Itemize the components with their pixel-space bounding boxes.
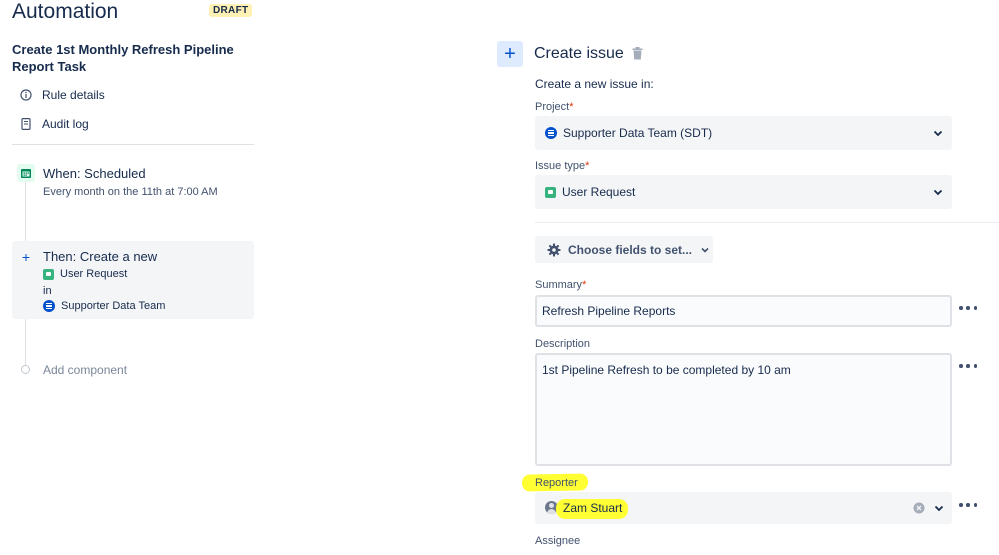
action-in-label: in bbox=[43, 285, 52, 297]
more-options-icon[interactable] bbox=[959, 360, 977, 372]
rule-details-link[interactable]: Rule details bbox=[20, 88, 105, 102]
summary-input[interactable] bbox=[535, 295, 952, 327]
action-project: Supporter Data Team bbox=[43, 300, 165, 312]
choose-fields-label: Choose fields to set... bbox=[568, 242, 693, 257]
chevron-down-icon bbox=[933, 189, 943, 196]
description-textarea[interactable]: 1st Pipeline Refresh to be completed by … bbox=[535, 353, 952, 466]
action-project-label: Supporter Data Team bbox=[61, 300, 166, 312]
document-icon bbox=[20, 118, 32, 130]
gear-icon bbox=[547, 243, 561, 256]
required-mark: * bbox=[582, 279, 587, 291]
action-title: Then: Create a new bbox=[43, 249, 158, 264]
project-value: Supporter Data Team (SDT) bbox=[563, 126, 713, 140]
required-mark: * bbox=[569, 101, 574, 113]
add-component-dot bbox=[21, 365, 30, 374]
project-icon bbox=[43, 300, 55, 312]
add-component-link[interactable]: Add component bbox=[43, 363, 127, 377]
draft-badge: DRAFT bbox=[209, 4, 253, 17]
summary-label: Summary* bbox=[535, 279, 586, 291]
project-select[interactable]: Supporter Data Team (SDT) bbox=[535, 116, 952, 150]
project-icon bbox=[545, 127, 557, 139]
required-mark: * bbox=[585, 160, 590, 172]
assignee-label: Assignee bbox=[535, 535, 581, 547]
calendar-icon[interactable] bbox=[17, 164, 35, 182]
plus-icon: + bbox=[21, 249, 31, 265]
editor-title: Create issue bbox=[534, 45, 624, 62]
action-issue-type-label: User Request bbox=[60, 268, 128, 280]
editor-intro: Create a new issue in: bbox=[535, 77, 654, 91]
more-options-icon[interactable] bbox=[959, 499, 977, 511]
page-title: Automation bbox=[12, 0, 119, 23]
issue-type-label: Issue type* bbox=[535, 160, 589, 172]
user-request-icon bbox=[43, 268, 54, 280]
audit-log-link[interactable]: Audit log bbox=[20, 117, 89, 131]
issue-type-value: User Request bbox=[562, 185, 636, 199]
issue-type-label-text: Issue type bbox=[535, 160, 586, 172]
choose-fields-button[interactable]: Choose fields to set... bbox=[535, 236, 713, 263]
issue-type-select[interactable]: User Request bbox=[535, 175, 952, 209]
reporter-value: Zam Stuart bbox=[563, 501, 623, 515]
divider bbox=[535, 222, 999, 223]
trigger-title[interactable]: When: Scheduled bbox=[43, 166, 146, 181]
trigger-schedule: Every month on the 11th at 7:00 AM bbox=[43, 186, 218, 198]
plus-icon: + bbox=[497, 41, 523, 67]
divider bbox=[12, 144, 254, 145]
chevron-down-icon bbox=[701, 247, 709, 253]
summary-label-text: Summary bbox=[535, 279, 583, 291]
more-options-icon[interactable] bbox=[959, 302, 977, 314]
description-label: Description bbox=[535, 338, 591, 350]
clear-icon[interactable] bbox=[913, 502, 925, 514]
user-request-icon bbox=[545, 186, 556, 198]
trash-icon[interactable] bbox=[632, 47, 643, 60]
chevron-down-icon bbox=[934, 505, 944, 512]
action-issue-type: User Request bbox=[43, 268, 127, 280]
action-card[interactable]: + Then: Create a new User Request in Sup… bbox=[12, 241, 254, 319]
audit-log-label: Audit log bbox=[42, 117, 89, 131]
project-label-text: Project bbox=[535, 101, 570, 113]
chevron-down-icon bbox=[933, 130, 943, 137]
reporter-select[interactable]: Zam Stuart bbox=[535, 492, 952, 524]
reporter-label: Reporter bbox=[535, 477, 578, 489]
rule-name: Create 1st Monthly Refresh Pipeline Repo… bbox=[12, 42, 234, 74]
info-icon bbox=[20, 89, 32, 101]
project-label: Project* bbox=[535, 101, 574, 113]
rule-details-label: Rule details bbox=[42, 88, 105, 102]
